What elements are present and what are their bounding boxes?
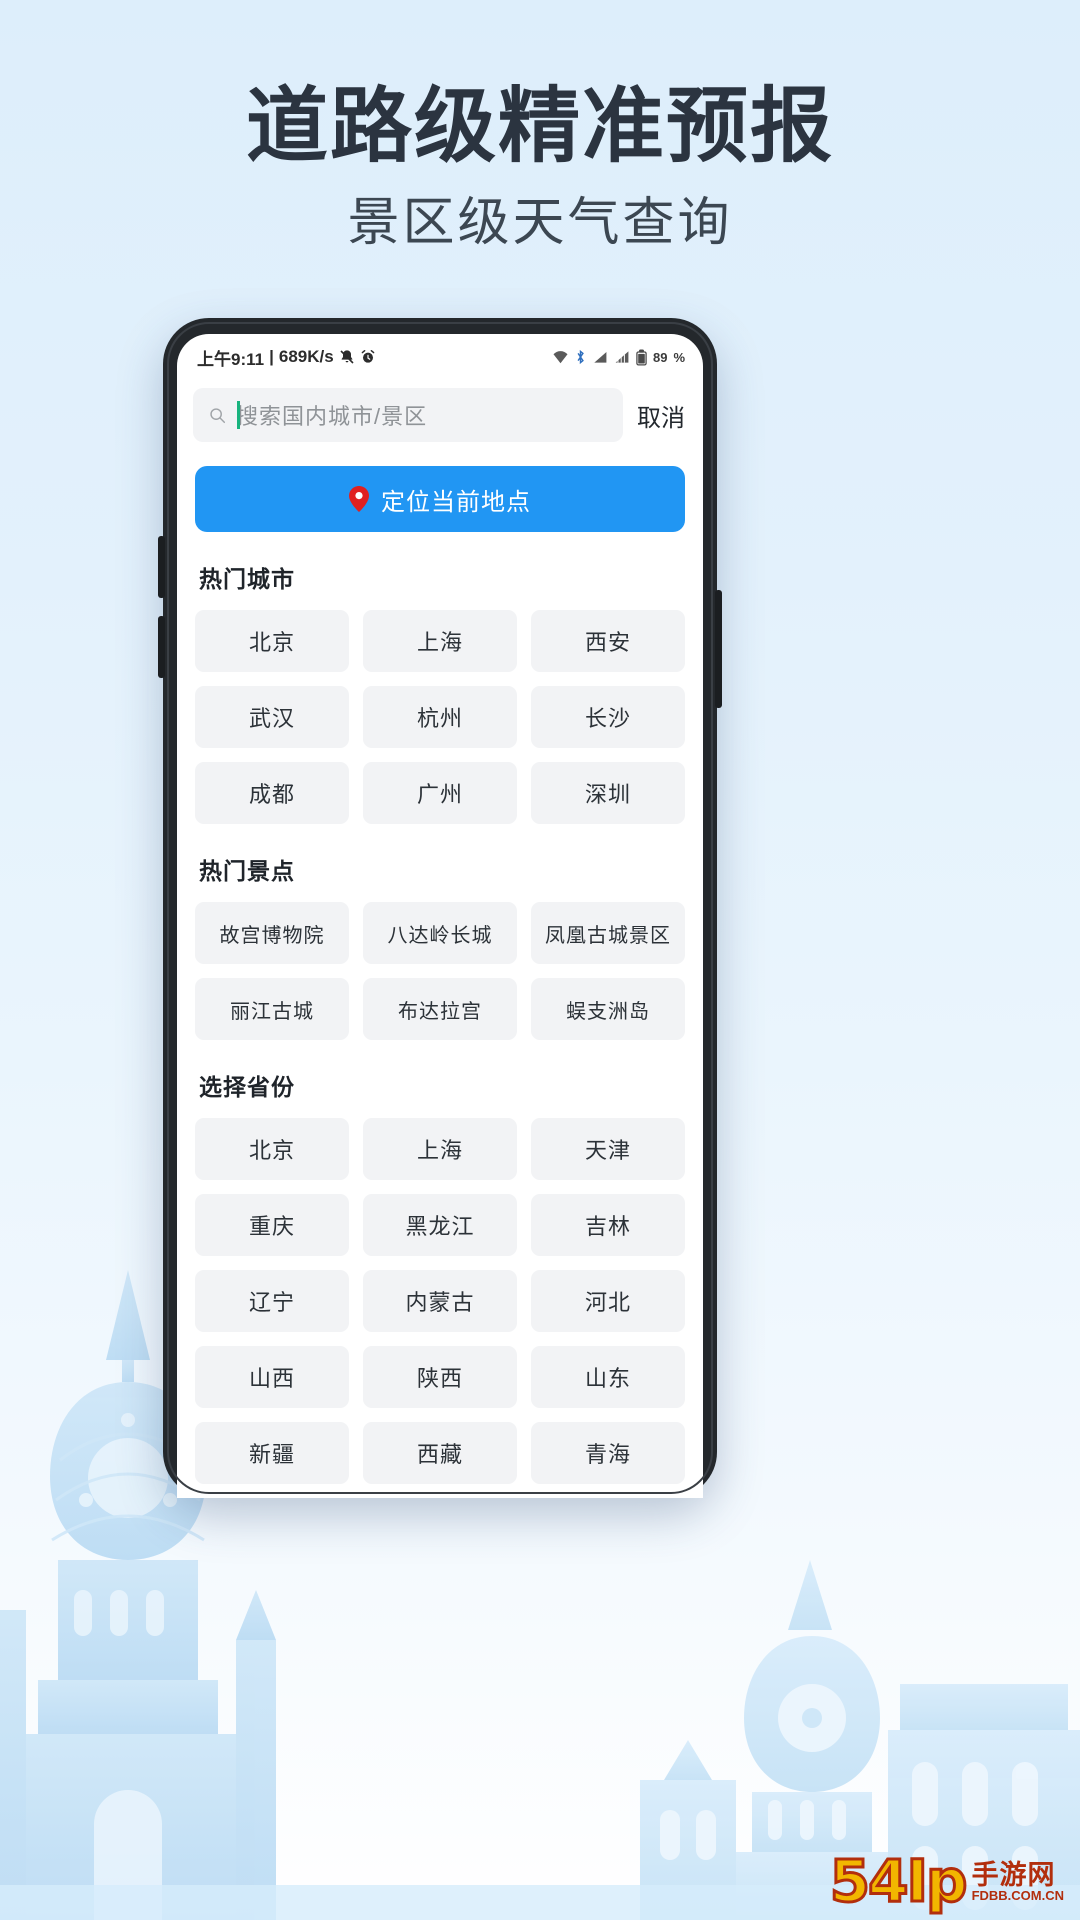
province-chip[interactable]: 天津 <box>531 1118 685 1180</box>
province-chip[interactable]: 上海 <box>363 1118 517 1180</box>
city-chip[interactable]: 西安 <box>531 610 685 672</box>
section-hot-spots: 热门景点 故宫博物院 八达岭长城 凤凰古城景区 丽江古城 布达拉宫 蜈支洲岛 <box>177 852 703 1040</box>
locate-current-location-button[interactable]: 定位当前地点 <box>195 466 685 532</box>
province-chip[interactable]: 内蒙古 <box>363 1270 517 1332</box>
phone-screen: 上午9:11 | 689K/s 89 % 搜索国内城市/景区 取消 定位当前地点… <box>177 334 703 1498</box>
province-chip[interactable]: 陕西 <box>363 1346 517 1408</box>
city-chip[interactable]: 杭州 <box>363 686 517 748</box>
text-cursor <box>237 401 240 429</box>
status-bar-left: 上午9:11 | 689K/s <box>197 345 376 370</box>
province-chip[interactable]: 河北 <box>531 1270 685 1332</box>
section-provinces: 选择省份 北京 上海 天津 重庆 黑龙江 吉林 辽宁 内蒙古 河北 山西 陕西 … <box>177 1068 703 1484</box>
battery-icon <box>636 349 647 366</box>
city-chip[interactable]: 武汉 <box>195 686 349 748</box>
city-chip[interactable]: 成都 <box>195 762 349 824</box>
volume-up-button[interactable] <box>158 536 165 598</box>
spot-chip[interactable]: 蜈支洲岛 <box>531 978 685 1040</box>
spot-chip[interactable]: 布达拉宫 <box>363 978 517 1040</box>
province-chip[interactable]: 山东 <box>531 1346 685 1408</box>
signal-bars-icon <box>614 350 630 364</box>
battery-percent-symbol: % <box>673 349 685 365</box>
signal-bars-icon <box>592 350 608 364</box>
phone-mockup: 上午9:11 | 689K/s 89 % 搜索国内城市/景区 取消 定位当前地点… <box>158 318 722 1498</box>
section-title-provinces: 选择省份 <box>199 1074 295 1100</box>
watermark-url-text: FDBB.COM.CN <box>971 1888 1064 1903</box>
status-bar-right: 89 % <box>552 349 685 366</box>
hot-spots-grid: 故宫博物院 八达岭长城 凤凰古城景区 丽江古城 布达拉宫 蜈支洲岛 <box>195 902 685 1040</box>
watermark-logo-text: 54Ip <box>828 1846 969 1915</box>
alarm-clock-icon <box>360 349 376 365</box>
bell-mute-icon <box>339 349 355 365</box>
power-button[interactable] <box>715 590 722 708</box>
volume-down-button[interactable] <box>158 616 165 678</box>
battery-level-label: 89 <box>652 349 668 365</box>
promo-subheadline: 景区级天气查询 <box>347 194 733 253</box>
hot-cities-grid: 北京 上海 西安 武汉 杭州 长沙 成都 广州 深圳 <box>195 610 685 824</box>
status-separator: | <box>269 347 274 366</box>
spot-chip[interactable]: 丽江古城 <box>195 978 349 1040</box>
city-chip[interactable]: 上海 <box>363 610 517 672</box>
city-chip[interactable]: 广州 <box>363 762 517 824</box>
search-icon <box>209 407 226 424</box>
province-chip[interactable]: 北京 <box>195 1118 349 1180</box>
section-title-hot-cities: 热门城市 <box>199 566 295 592</box>
province-chip[interactable]: 黑龙江 <box>363 1194 517 1256</box>
status-network-speed: 689K/s <box>278 347 334 366</box>
city-chip[interactable]: 深圳 <box>531 762 685 824</box>
watermark-side: 手游网 FDBB.COM.CN <box>972 1862 1064 1908</box>
province-chip[interactable]: 吉林 <box>531 1194 685 1256</box>
promo-headline-block: 道路级精准预报 景区级天气查询 <box>0 81 1080 254</box>
status-time: 上午9:11 <box>197 349 265 369</box>
spot-chip[interactable]: 八达岭长城 <box>363 902 517 964</box>
province-chip[interactable]: 青海 <box>531 1422 685 1484</box>
bluetooth-icon <box>575 349 586 365</box>
wifi-icon <box>552 350 569 364</box>
province-chip[interactable]: 辽宁 <box>195 1270 349 1332</box>
province-chip[interactable]: 西藏 <box>363 1422 517 1484</box>
site-watermark: 54Ip 手游网 FDBB.COM.CN <box>828 1846 1064 1915</box>
province-chip[interactable]: 新疆 <box>195 1422 349 1484</box>
city-chip[interactable]: 北京 <box>195 610 349 672</box>
promo-headline: 道路级精准预报 <box>245 81 834 172</box>
spot-chip[interactable]: 凤凰古城景区 <box>531 902 685 964</box>
search-input[interactable]: 搜索国内城市/景区 <box>193 388 623 442</box>
locate-button-label: 定位当前地点 <box>381 488 531 516</box>
search-row: 搜索国内城市/景区 取消 <box>177 380 703 454</box>
map-pin-icon <box>349 486 369 512</box>
section-title-hot-spots: 热门景点 <box>199 858 295 884</box>
provinces-grid: 北京 上海 天津 重庆 黑龙江 吉林 辽宁 内蒙古 河北 山西 陕西 山东 新疆… <box>195 1118 685 1484</box>
section-hot-cities: 热门城市 北京 上海 西安 武汉 杭州 长沙 成都 广州 深圳 <box>177 560 703 824</box>
province-chip[interactable]: 重庆 <box>195 1194 349 1256</box>
cancel-button[interactable]: 取消 <box>637 398 687 433</box>
city-chip[interactable]: 长沙 <box>531 686 685 748</box>
status-bar: 上午9:11 | 689K/s 89 % <box>177 334 703 380</box>
search-placeholder: 搜索国内城市/景区 <box>236 404 428 429</box>
province-chip[interactable]: 山西 <box>195 1346 349 1408</box>
locate-button-wrap: 定位当前地点 <box>177 454 703 532</box>
watermark-cn-text: 手游网 <box>971 1860 1056 1890</box>
spot-chip[interactable]: 故宫博物院 <box>195 902 349 964</box>
